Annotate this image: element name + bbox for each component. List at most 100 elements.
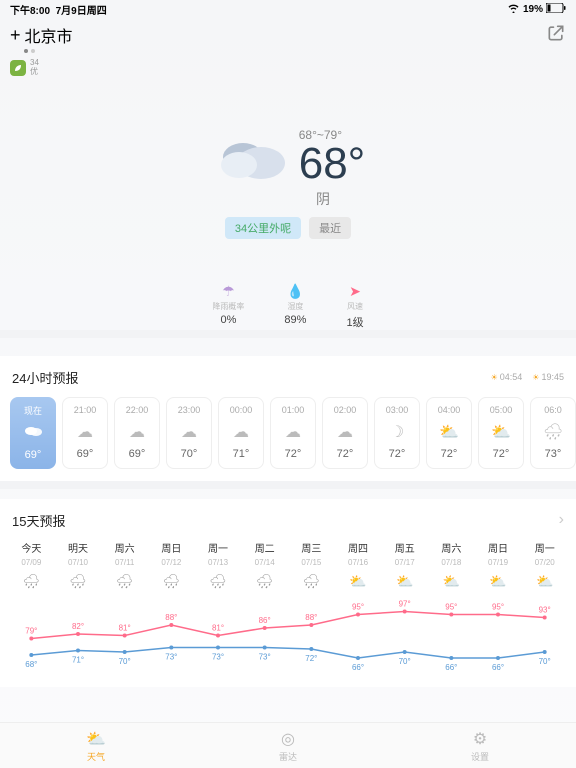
current-weather: 68°~79° 68° 阴 34公里外呢 最近 <box>0 127 576 239</box>
condition-text: 阴 <box>35 189 576 209</box>
tab-bar: ⛅ 天气 ◎ 雷达 ⚙ 设置 <box>0 722 576 768</box>
svg-text:66°: 66° <box>492 663 504 672</box>
hour-temp: 69° <box>25 449 42 461</box>
day-weather-icon: ⛅ <box>396 573 413 590</box>
svg-text:66°: 66° <box>445 663 457 672</box>
daily-section: 15天预报 › 今天07/09🌧明天07/10🌧周六07/11🌧周日07/12🌧… <box>0 499 576 687</box>
hourly-title: 24小时预报 <box>12 368 78 387</box>
hour-temp: 69° <box>77 448 94 460</box>
day-weather-icon: 🌧 <box>256 573 274 590</box>
radar-icon: ◎ <box>281 729 295 749</box>
day-weather-icon: ⛅ <box>536 573 553 590</box>
aqi-badge[interactable]: 34优 <box>10 59 576 77</box>
day-date: 07/12 <box>161 558 181 567</box>
svg-text:82°: 82° <box>72 622 84 631</box>
day-weather-icon: ⛅ <box>443 573 460 590</box>
day-column[interactable]: 周二07/14🌧 <box>241 540 288 593</box>
sun-times: 04:54 19:45 <box>491 372 564 382</box>
status-right: 19% <box>507 3 566 16</box>
hour-card[interactable]: 04:00⛅72° <box>426 397 472 469</box>
day-name: 周六 <box>441 540 461 555</box>
aqi-text: 34优 <box>30 59 39 77</box>
svg-text:71°: 71° <box>72 655 84 664</box>
day-column[interactable]: 周日07/12🌧 <box>148 540 195 593</box>
city-name: 北京市 <box>25 23 73 47</box>
day-column[interactable]: 周三07/15🌧 <box>288 540 335 593</box>
day-name: 周日 <box>488 540 508 555</box>
hour-time: 04:00 <box>438 405 461 415</box>
share-button[interactable] <box>546 23 566 43</box>
nearby-chip[interactable]: 最近 <box>309 217 351 239</box>
hour-time: 02:00 <box>334 405 357 415</box>
day-name: 周一 <box>535 540 555 555</box>
hour-temp: 69° <box>129 448 146 460</box>
day-date: 07/13 <box>208 558 228 567</box>
svg-text:88°: 88° <box>305 613 317 622</box>
hour-card[interactable]: 21:00☁69° <box>62 397 108 469</box>
day-column[interactable]: 周六07/11🌧 <box>101 540 148 593</box>
day-date: 07/18 <box>441 558 461 567</box>
current-temp: 68° <box>299 142 366 186</box>
day-column[interactable]: 周一07/20⛅ <box>521 540 568 593</box>
hour-time: 00:00 <box>230 405 253 415</box>
day-date: 07/19 <box>488 558 508 567</box>
status-bar: 下午8:00 7月9日周四 19% <box>0 0 576 19</box>
temp-chart: 79°82°81°88°81°86°88°95°97°95°95°93°68°7… <box>8 597 568 675</box>
location-selector[interactable]: + 北京市 <box>10 23 73 47</box>
day-date: 07/10 <box>68 558 88 567</box>
day-column[interactable]: 明天07/10🌧 <box>55 540 102 593</box>
tab-settings[interactable]: ⚙ 设置 <box>384 723 576 768</box>
sunrise-time: 04:54 <box>491 372 523 382</box>
humidity-metric: 💧 湿度 89% <box>284 283 306 330</box>
day-name: 周四 <box>348 540 368 555</box>
svg-text:68°: 68° <box>25 660 37 669</box>
leaf-icon <box>10 60 26 76</box>
hour-card[interactable]: 06:0🌧73° <box>530 397 576 469</box>
hour-card[interactable]: 00:00☁71° <box>218 397 264 469</box>
svg-text:73°: 73° <box>212 652 224 661</box>
gear-icon: ⚙ <box>473 729 487 749</box>
day-date: 07/11 <box>115 558 134 567</box>
day-column[interactable]: 周一07/13🌧 <box>195 540 242 593</box>
day-column[interactable]: 周六 07/18 ⛅ <box>428 540 475 593</box>
day-column[interactable]: 周四07/16⛅ <box>335 540 382 593</box>
day-date: 07/09 <box>21 558 41 567</box>
day-name: 今天 <box>21 540 41 555</box>
hour-card[interactable]: 05:00⛅72° <box>478 397 524 469</box>
day-column[interactable]: 周日07/19⛅ <box>475 540 522 593</box>
hour-weather-icon: ☁ <box>129 422 145 442</box>
day-column[interactable]: 周五07/17⛅ <box>381 540 428 593</box>
day-column[interactable]: 今天 07/09 🌧 <box>8 540 55 593</box>
svg-text:79°: 79° <box>25 626 37 635</box>
hour-card[interactable]: 22:00☁69° <box>114 397 160 469</box>
hourly-scroll[interactable]: 现在69°21:00☁69°22:00☁69°23:00☁70°00:00☁71… <box>0 397 576 469</box>
hour-weather-icon: ☁ <box>337 422 353 442</box>
hour-weather-icon: ☁ <box>285 422 301 442</box>
svg-text:93°: 93° <box>539 605 551 614</box>
hour-card[interactable]: 02:00☁72° <box>322 397 368 469</box>
distance-chip[interactable]: 34公里外呢 <box>225 217 301 239</box>
hour-temp: 72° <box>441 448 458 460</box>
daily-row[interactable]: 今天 07/09 🌧 明天 07/10 🌧 周六07/11🌧周日07/12🌧周一07/13🌧… <box>0 540 576 593</box>
hour-card[interactable]: 23:00☁70° <box>166 397 212 469</box>
tab-weather[interactable]: ⛅ 天气 <box>0 723 192 768</box>
day-name: 明天 <box>68 540 88 555</box>
hour-time: 现在 <box>24 404 42 417</box>
svg-text:70°: 70° <box>399 657 411 666</box>
day-weather-icon: 🌧 <box>22 573 40 590</box>
hour-weather-icon: ☁ <box>181 422 197 442</box>
svg-text:88°: 88° <box>165 613 177 622</box>
hour-card[interactable]: 01:00☁72° <box>270 397 316 469</box>
hour-card[interactable]: 03:00☽72° <box>374 397 420 469</box>
add-location-icon[interactable]: + <box>10 25 21 46</box>
rain-metric: ☂ 降雨概率 0% <box>212 283 244 330</box>
chevron-right-icon[interactable]: › <box>559 511 564 529</box>
hour-time: 01:00 <box>282 405 305 415</box>
wind-icon: ➤ <box>349 283 361 299</box>
hour-temp: 72° <box>389 448 406 460</box>
tab-radar[interactable]: ◎ 雷达 <box>192 723 384 768</box>
hour-weather-icon: 🌧 <box>543 422 563 442</box>
svg-text:73°: 73° <box>165 652 177 661</box>
hour-card[interactable]: 现在 69° <box>10 397 56 469</box>
svg-text:95°: 95° <box>352 602 364 611</box>
